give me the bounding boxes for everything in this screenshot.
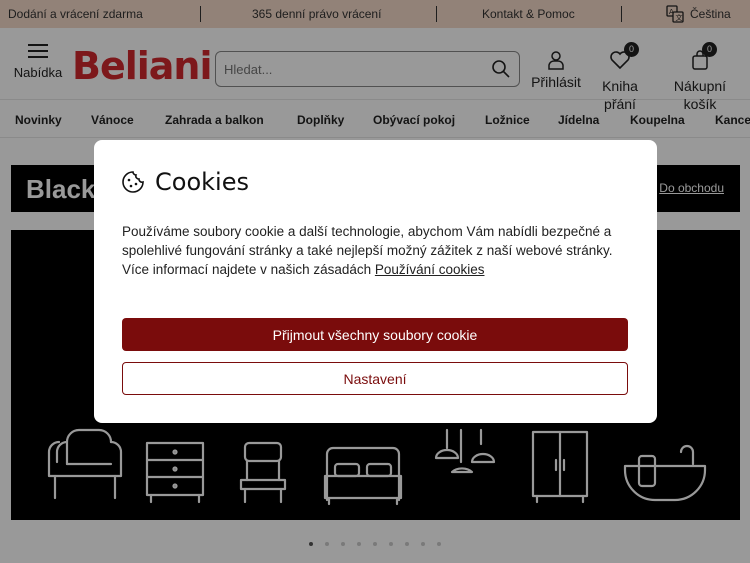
cookie-dialog-title: Cookies bbox=[155, 168, 249, 196]
cookie-settings-button[interactable]: Nastavení bbox=[122, 362, 628, 395]
accept-all-cookies-button[interactable]: Přijmout všechny soubory cookie bbox=[122, 318, 628, 351]
cookie-icon bbox=[122, 171, 144, 193]
cookie-dialog-header: Cookies bbox=[121, 168, 249, 196]
cookie-more-info: Více informací najdete v našich zásadách bbox=[122, 262, 372, 277]
cookie-dialog-text: Používáme soubory cookie a další technol… bbox=[122, 222, 632, 279]
cookie-policy-link[interactable]: Používání cookies bbox=[375, 262, 485, 277]
cookie-dialog: Cookies Používáme soubory cookie a další… bbox=[94, 140, 657, 423]
cookie-description: Používáme soubory cookie a další technol… bbox=[122, 224, 613, 258]
